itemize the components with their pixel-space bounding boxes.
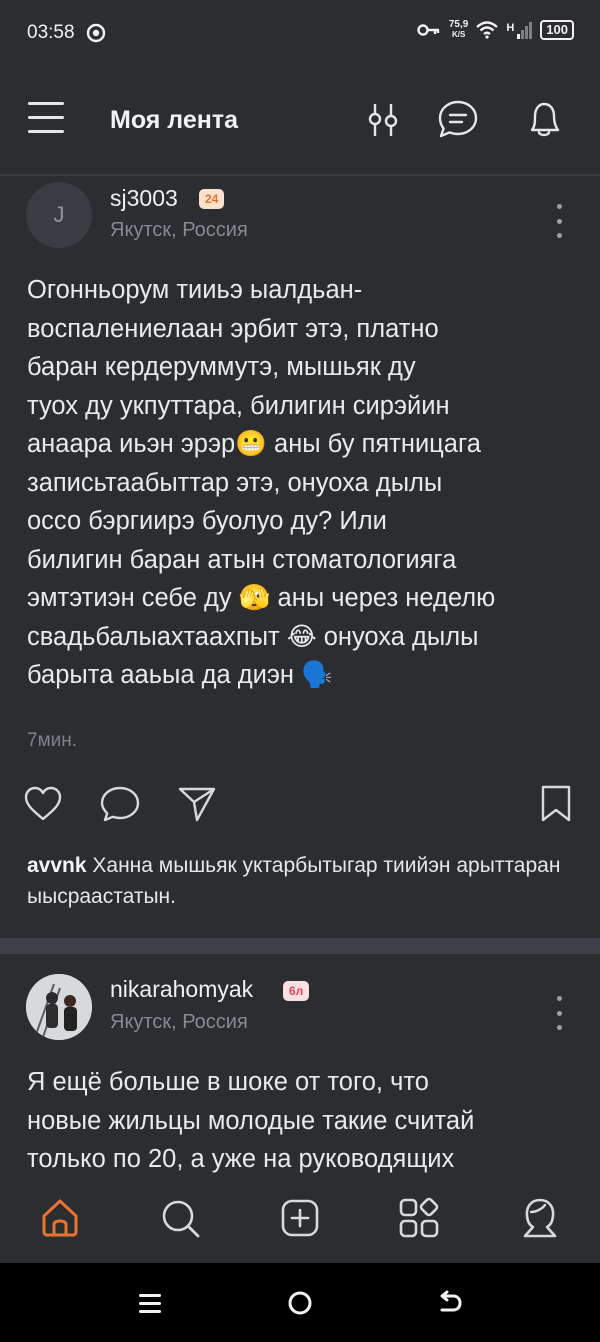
- top-bar: Моя лента: [0, 66, 600, 174]
- wifi-icon: [476, 21, 499, 39]
- post-location: Якутск, Россия: [110, 1011, 248, 1033]
- system-home-icon[interactable]: [280, 1283, 320, 1323]
- post-card: J sj3003 24 Якутск, Россия Огонньорум ти…: [0, 176, 600, 938]
- services-icon[interactable]: [394, 1193, 444, 1243]
- net-speed: 75,9 K/S: [448, 19, 469, 40]
- avatar[interactable]: J: [26, 182, 92, 248]
- key-icon: [417, 24, 440, 36]
- filter-icon[interactable]: [361, 98, 405, 142]
- profile-icon[interactable]: [515, 1193, 565, 1243]
- battery-icon: 100: [540, 20, 574, 40]
- create-post-icon[interactable]: [275, 1193, 325, 1243]
- system-nav-bar: [0, 1263, 600, 1342]
- avatar[interactable]: [26, 974, 92, 1040]
- status-icons: 75,9 K/S H 100: [417, 20, 574, 40]
- comment-author[interactable]: avvnk: [27, 854, 87, 877]
- home-icon[interactable]: [35, 1193, 85, 1243]
- comment-text: Ханна мышьяк уктарбытыгар тиийэн арыттар…: [27, 854, 561, 908]
- comment-icon[interactable]: [98, 782, 142, 826]
- post-location: Якутск, Россия: [110, 219, 248, 241]
- share-icon[interactable]: [175, 782, 219, 826]
- post-text: Огонньорум тииьэ ыалдьан- воспалениелаан…: [27, 276, 496, 689]
- like-icon[interactable]: [21, 782, 65, 826]
- menu-icon[interactable]: [28, 102, 64, 134]
- post-time: 7мин.: [27, 730, 78, 751]
- signal-icon: H: [506, 21, 533, 39]
- search-icon[interactable]: [155, 1193, 205, 1243]
- comment-preview[interactable]: avvnk Ханна мышьяк уктарбытыгар тиийэн а…: [27, 850, 577, 912]
- post-card: nikarahomyak 6л Якутск, Россия Я ещё бол…: [0, 954, 600, 1175]
- system-back-icon[interactable]: [430, 1283, 470, 1323]
- notifications-icon[interactable]: [522, 98, 566, 142]
- age-badge: 6л: [283, 981, 310, 1001]
- post-text: Я ещё больше в шоке от того, что новые ж…: [27, 1068, 475, 1173]
- bottom-tab-bar: [0, 1175, 600, 1263]
- more-options-icon[interactable]: [548, 996, 570, 1030]
- post-author[interactable]: nikarahomyak: [110, 976, 253, 1003]
- messages-icon[interactable]: [436, 98, 480, 142]
- system-menu-icon[interactable]: [130, 1283, 170, 1323]
- page-title: Моя лента: [110, 106, 239, 134]
- status-bar: 03:58 75,9 K/S H 100: [0, 0, 600, 66]
- notification-icon: [86, 23, 106, 43]
- post-author[interactable]: sj3003: [110, 185, 178, 212]
- bookmark-icon[interactable]: [534, 782, 578, 826]
- more-options-icon[interactable]: [548, 204, 570, 238]
- status-time: 03:58: [27, 22, 75, 43]
- age-badge: 24: [199, 189, 225, 209]
- post-separator: [0, 938, 600, 954]
